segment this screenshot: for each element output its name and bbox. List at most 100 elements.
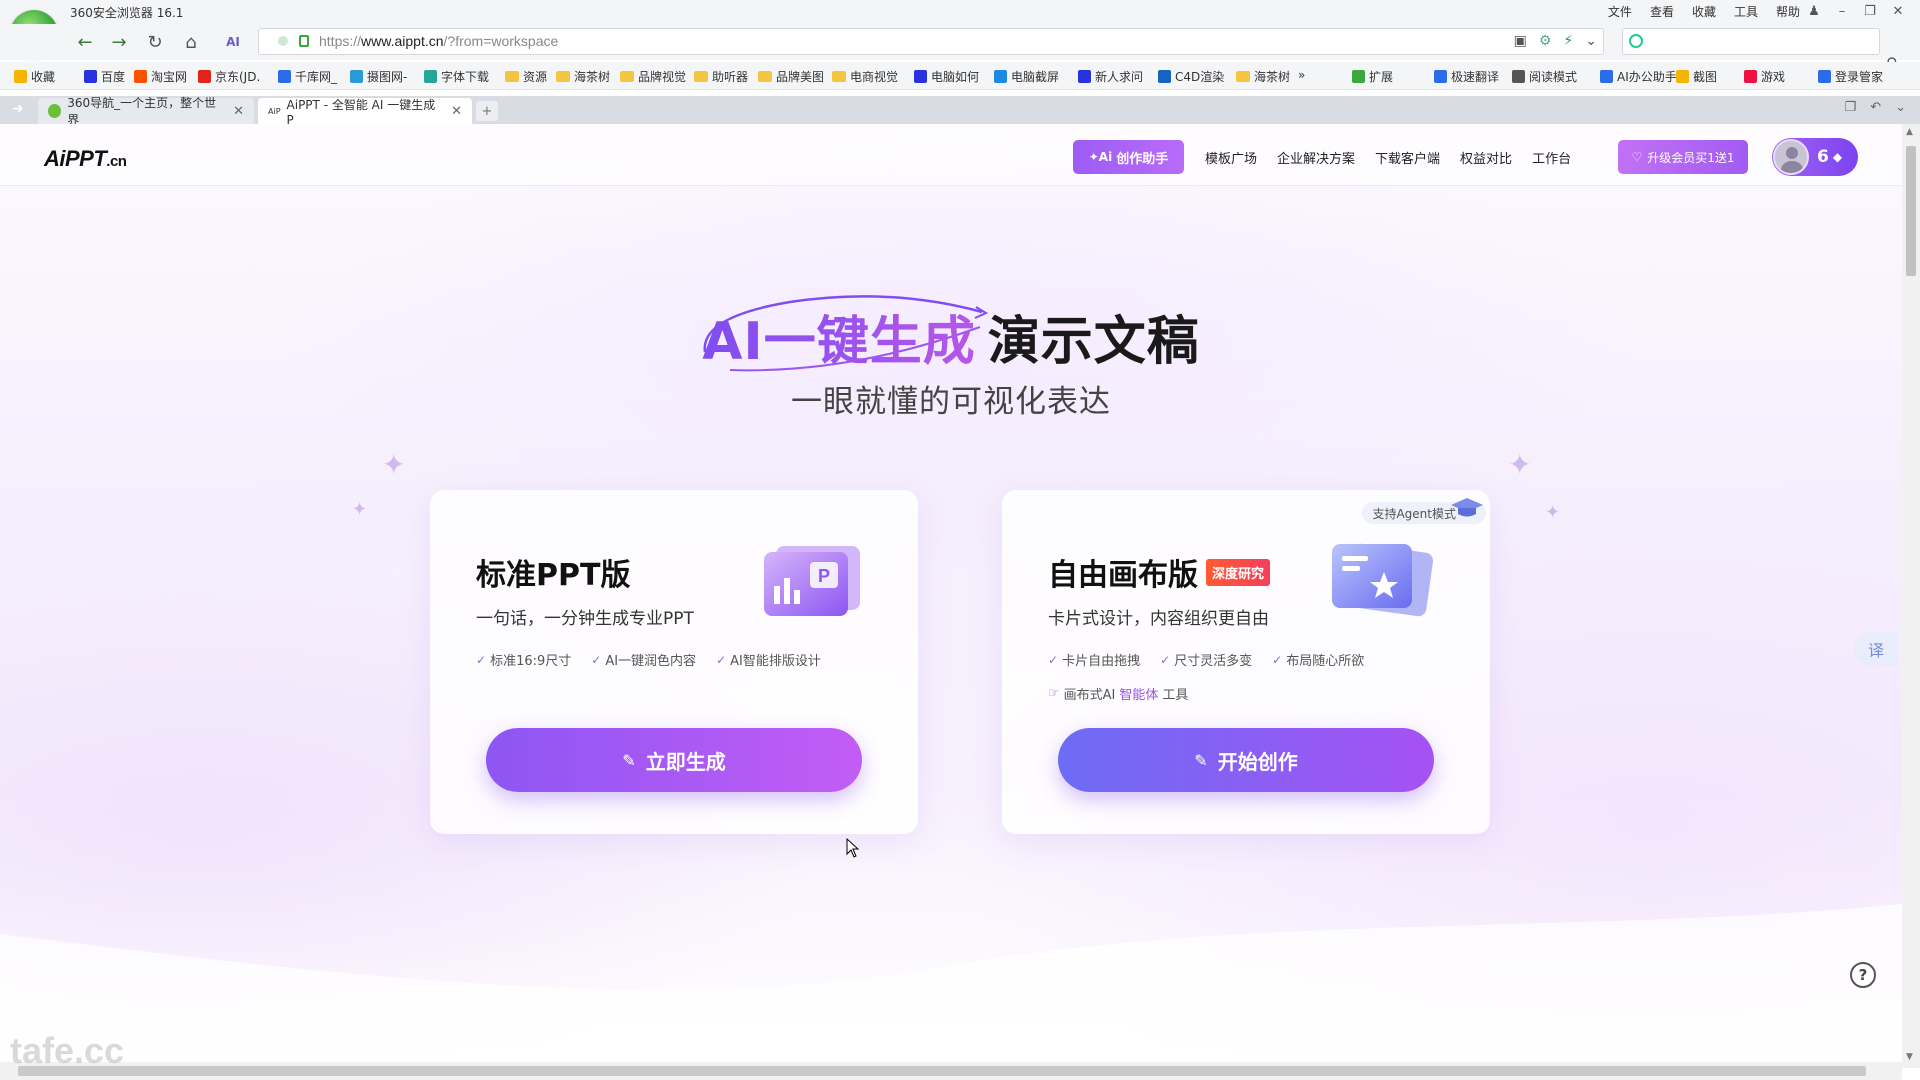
search-input[interactable] — [1622, 28, 1880, 55]
tab-360nav[interactable]: 360导航_一个主页，整个世界 ✕ — [38, 96, 254, 127]
restore-button[interactable]: ❐ — [1856, 0, 1884, 22]
generate-now-button[interactable]: ✎ 立即生成 — [486, 728, 862, 792]
home-icon[interactable]: ⌂ — [178, 29, 204, 55]
bookmark-item[interactable]: 电脑截屏 — [994, 68, 1059, 85]
tool-label: 扩展 — [1369, 70, 1394, 84]
refresh-icon[interactable]: ↻ — [142, 29, 168, 55]
lightning-icon[interactable]: ⚡ — [1563, 33, 1573, 49]
nav-enterprise[interactable]: 企业解决方案 — [1277, 148, 1355, 167]
card-description: 一句话，一分钟生成专业PPT — [476, 609, 694, 629]
tool-label: AI办公助手 — [1617, 70, 1677, 84]
gear-icon[interactable]: ⚙ — [1539, 33, 1552, 49]
scroll-down-icon[interactable]: ▼ — [1906, 1052, 1913, 1062]
bookmark-item[interactable]: 电商视觉 — [832, 68, 898, 85]
translate-button[interactable]: 译 — [1854, 632, 1898, 666]
ai-tool-suffix: 工具 — [1162, 688, 1189, 703]
sidebar-toggle-icon[interactable]: ➜ — [12, 101, 24, 117]
bookmark-item[interactable]: 品牌美图 — [758, 68, 824, 85]
url-text[interactable]: https://www.aippt.cn/?from=workspace — [319, 33, 558, 49]
close-icon[interactable]: ✕ — [233, 104, 244, 119]
background-wave — [0, 904, 1902, 1064]
bookmark-item[interactable]: 淘宝网 — [134, 68, 187, 85]
menu-file[interactable]: 文件 — [1608, 3, 1632, 20]
ai-tool-highlight: 智能体 — [1119, 688, 1159, 703]
bookmark-label: 助听器 — [712, 70, 749, 84]
shirt-icon[interactable]: ♟ — [1800, 0, 1828, 22]
nav-compare[interactable]: 权益对比 — [1460, 148, 1512, 167]
assistant-label: 创作助手 — [1116, 151, 1169, 167]
toolbar-tool-0[interactable]: 扩展 — [1352, 68, 1393, 85]
folder-icon — [505, 71, 519, 82]
chevron-down-icon[interactable]: ⌄ — [1585, 33, 1597, 49]
forward-arrow-icon[interactable]: → — [106, 29, 132, 55]
svg-text:P: P — [818, 566, 830, 586]
tab-aippt[interactable]: AiP AiPPT - 全智能 AI 一键生成 P ✕ — [258, 98, 472, 127]
new-tab-button[interactable]: + — [476, 101, 498, 121]
nav360-icon — [48, 104, 62, 118]
ppt-chart-icon: P — [764, 546, 860, 616]
bookmark-item[interactable]: 品牌视觉 — [620, 68, 686, 85]
site-logo[interactable]: AiPPT.cn — [44, 146, 127, 172]
close-window-button[interactable]: ✕ — [1884, 0, 1912, 22]
help-button[interactable]: ? — [1850, 962, 1876, 988]
toolbar-tool-4[interactable]: 截图 — [1676, 68, 1717, 85]
nav-workspace[interactable]: 工作台 — [1532, 148, 1571, 167]
folder-icon — [1236, 71, 1250, 82]
bookmark-item[interactable]: 百度 — [84, 68, 125, 85]
toolbar-tool-3[interactable]: AI办公助手 — [1600, 68, 1677, 85]
undo-close-icon[interactable]: ↶ — [1870, 100, 1881, 115]
bookmark-item[interactable]: 海茶树 — [556, 68, 610, 85]
toolbar-tool-1[interactable]: 极速翻译 — [1434, 68, 1499, 85]
menu-tools[interactable]: 工具 — [1734, 3, 1758, 20]
bookmarks-more-button[interactable]: » — [1298, 68, 1305, 82]
scrollbar-thumb[interactable] — [1906, 146, 1916, 276]
search-engine-icon[interactable] — [1629, 34, 1643, 48]
start-creating-button[interactable]: ✎ 开始创作 — [1058, 728, 1434, 792]
ai-agent-tool-feature: ☞ 画布式AI 智能体 工具 — [1048, 684, 1188, 703]
creation-assistant-button[interactable]: ✦Ai 创作助手 — [1073, 140, 1184, 174]
bookmark-label: 摄图网- — [367, 70, 408, 84]
scrollbar-thumb[interactable] — [18, 1066, 1866, 1076]
toolbar-tool-6[interactable]: 登录管家 — [1818, 68, 1883, 85]
nav-download[interactable]: 下载客户端 — [1375, 148, 1440, 167]
bookmark-item[interactable]: 电脑如何 — [914, 68, 979, 85]
user-account[interactable]: 6 ◆ — [1772, 138, 1858, 176]
bookmark-item[interactable]: 京东(JD. — [198, 68, 260, 85]
bookmark-item[interactable]: 海茶树 — [1236, 68, 1290, 85]
tab-list-icon[interactable]: ❐ — [1845, 100, 1857, 115]
chevron-down-icon[interactable]: ⌄ — [1895, 100, 1906, 115]
upgrade-button[interactable]: ♡ 升级会员买1送1 — [1618, 140, 1748, 174]
web-page: AiPPT.cn ✦Ai 创作助手 模板广场 企业解决方案 下载客户端 权益对比… — [0, 124, 1902, 1068]
bookmark-item[interactable]: 摄图网- — [350, 68, 407, 85]
avatar[interactable] — [1773, 139, 1809, 175]
bookmark-item[interactable]: 收藏 — [14, 68, 55, 85]
ai-icon[interactable]: AI — [220, 29, 246, 55]
vertical-scrollbar[interactable]: ▲ ▼ — [1902, 124, 1920, 1068]
bookmark-item[interactable]: 资源 — [505, 68, 547, 85]
nav-templates[interactable]: 模板广场 — [1205, 148, 1257, 167]
minimize-button[interactable]: – — [1828, 0, 1856, 22]
window-controls: ♟ – ❐ ✕ — [1800, 0, 1912, 22]
address-bar[interactable]: https://www.aippt.cn/?from=workspace ▣ ⚙… — [258, 28, 1604, 55]
scroll-up-icon[interactable]: ▲ — [1906, 127, 1913, 137]
bookmark-item[interactable]: 字体下载 — [424, 68, 489, 85]
feature-label: 尺寸灵活多变 — [1174, 654, 1253, 669]
toolbar-tool-2[interactable]: 阅读模式 — [1512, 68, 1577, 85]
bookmark-item[interactable]: 助听器 — [694, 68, 748, 85]
horizontal-scrollbar[interactable] — [0, 1062, 1902, 1080]
bookmark-item[interactable]: 千库网_ — [278, 68, 337, 85]
menu-view[interactable]: 查看 — [1650, 3, 1674, 20]
bookmark-item[interactable]: C4D渲染 — [1158, 68, 1224, 85]
toolbar-tool-5[interactable]: 游戏 — [1744, 68, 1785, 85]
back-arrow-icon[interactable]: ← — [72, 29, 98, 55]
bookmark-label: 海茶树 — [574, 70, 611, 84]
site-info-icon[interactable] — [277, 35, 289, 47]
menu-favorites[interactable]: 收藏 — [1692, 3, 1716, 20]
cast-icon[interactable]: ▣ — [1514, 33, 1527, 49]
tool-label: 登录管家 — [1835, 70, 1884, 84]
bookmark-label: 收藏 — [31, 70, 56, 84]
close-icon[interactable]: ✕ — [451, 104, 462, 119]
bookmark-item[interactable]: 新人求问 — [1078, 68, 1143, 85]
tool-label: 截图 — [1693, 70, 1718, 84]
menu-help[interactable]: 帮助 — [1776, 3, 1800, 20]
